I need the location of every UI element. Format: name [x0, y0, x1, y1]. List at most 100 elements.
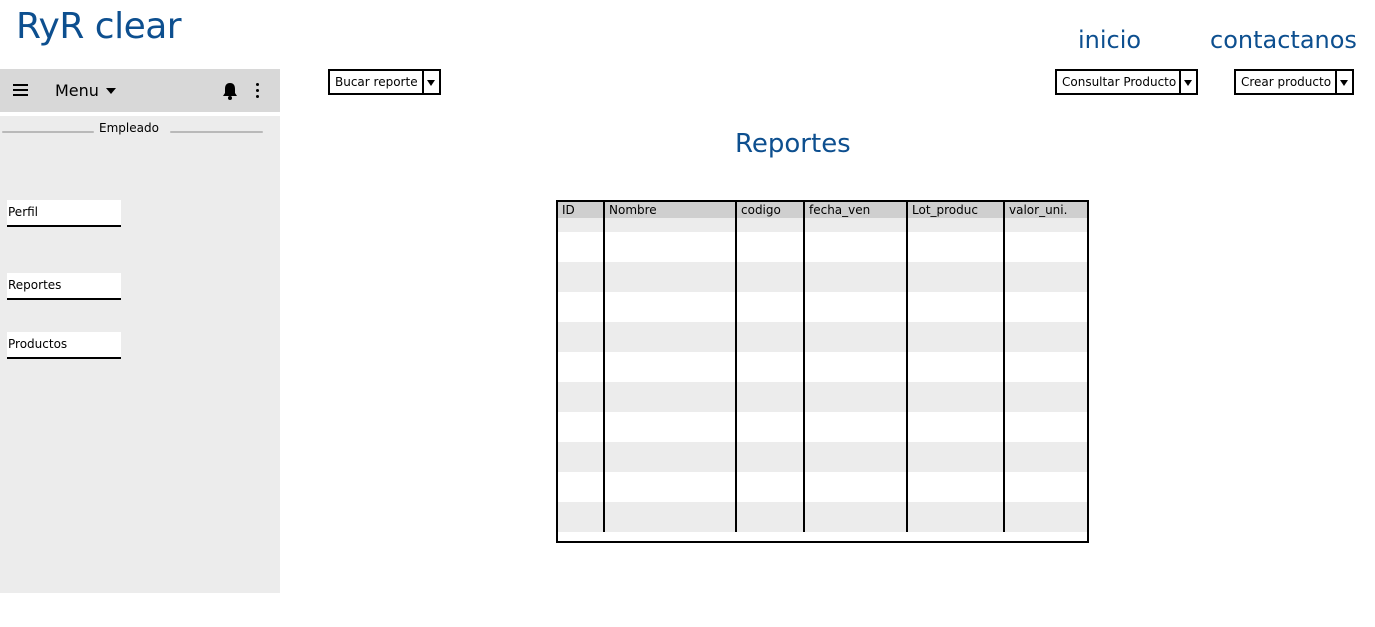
sidebar-item-productos[interactable]: Productos — [7, 332, 121, 359]
table-cell — [558, 262, 605, 292]
table-cell — [604, 382, 737, 412]
table-cell — [804, 232, 908, 262]
chevron-down-icon[interactable] — [106, 88, 116, 94]
table-row[interactable] — [558, 442, 1087, 472]
dropdown-value: Crear producto — [1241, 75, 1332, 89]
table-cell — [736, 232, 805, 262]
table-cell — [558, 322, 605, 352]
table-cell — [1004, 232, 1087, 262]
table-cell — [558, 502, 605, 532]
sidebar-item-reportes[interactable]: Reportes — [7, 273, 121, 300]
chevron-down-icon[interactable] — [1179, 71, 1196, 93]
table-cell — [558, 292, 605, 322]
table-cell — [604, 442, 737, 472]
table-cell — [1004, 322, 1087, 352]
table-cell — [736, 412, 805, 442]
table-cell — [907, 322, 1005, 352]
sidebar-item-perfil[interactable]: Perfil — [7, 200, 121, 227]
crear-producto-dropdown[interactable]: Crear producto — [1234, 69, 1354, 95]
table-row[interactable] — [558, 232, 1087, 262]
table-cell — [736, 352, 805, 382]
table-cell — [907, 502, 1005, 532]
table-cell — [907, 292, 1005, 322]
table-cell — [1004, 292, 1087, 322]
table-cell — [907, 262, 1005, 292]
table-cell — [1004, 382, 1087, 412]
bucar-reporte-dropdown[interactable]: Bucar reporte — [328, 69, 441, 95]
table-cell — [907, 232, 1005, 262]
reportes-table: ID Nombre codigo fecha_ven Lot_produc va… — [556, 200, 1089, 543]
table-cell — [604, 322, 737, 352]
table-cell — [907, 412, 1005, 442]
table-cell — [558, 382, 605, 412]
table-row[interactable] — [558, 382, 1087, 412]
table-row[interactable] — [558, 292, 1087, 322]
table-cell — [558, 442, 605, 472]
brand-title: RyR clear — [16, 6, 182, 47]
table-cell — [604, 232, 737, 262]
table-cell — [558, 472, 605, 502]
table-cell — [804, 262, 908, 292]
table-row[interactable] — [558, 262, 1087, 292]
table-cell — [1004, 218, 1087, 232]
table-cell — [1004, 412, 1087, 442]
table-cell — [804, 218, 908, 232]
column-header-lot-produc[interactable]: Lot_produc — [907, 202, 1005, 218]
table-cell — [736, 292, 805, 322]
chevron-down-icon[interactable] — [1335, 71, 1352, 93]
table-row[interactable] — [558, 352, 1087, 382]
table-cell — [1004, 352, 1087, 382]
table-cell — [804, 442, 908, 472]
column-header-nombre[interactable]: Nombre — [604, 202, 737, 218]
table-row[interactable] — [558, 502, 1087, 532]
column-header-codigo[interactable]: codigo — [736, 202, 805, 218]
nav-link-contactanos[interactable]: contactanos — [1210, 26, 1357, 54]
table-cell — [604, 502, 737, 532]
nav-link-inicio[interactable]: inicio — [1078, 26, 1141, 54]
table-cell — [604, 218, 737, 232]
table-row[interactable] — [558, 322, 1087, 352]
table-cell — [736, 502, 805, 532]
table-cell — [1004, 262, 1087, 292]
hamburger-icon[interactable] — [13, 84, 28, 96]
divider — [170, 131, 263, 133]
menu-label[interactable]: Menu — [55, 81, 99, 100]
table-cell — [1004, 472, 1087, 502]
table-cell — [736, 322, 805, 352]
dropdown-value: Consultar Producto — [1062, 75, 1177, 89]
table-cell — [558, 352, 605, 382]
table-cell — [604, 262, 737, 292]
kebab-icon[interactable] — [256, 83, 260, 99]
table-cell — [804, 412, 908, 442]
column-header-id[interactable]: ID — [558, 202, 605, 218]
table-cell — [804, 292, 908, 322]
divider — [2, 131, 94, 133]
chevron-down-icon[interactable] — [422, 71, 439, 93]
table-cell — [907, 472, 1005, 502]
table-cell — [804, 352, 908, 382]
column-header-fecha-ven[interactable]: fecha_ven — [804, 202, 908, 218]
table-row[interactable] — [558, 218, 1087, 232]
column-header-valor-uni[interactable]: valor_uni. — [1004, 202, 1087, 218]
page-title: Reportes — [735, 129, 851, 159]
table-cell — [736, 472, 805, 502]
consultar-producto-dropdown[interactable]: Consultar Producto — [1055, 69, 1198, 95]
table-cell — [804, 502, 908, 532]
table-cell — [804, 382, 908, 412]
table-cell — [1004, 442, 1087, 472]
table-cell — [804, 472, 908, 502]
table-cell — [804, 322, 908, 352]
table-cell — [558, 232, 605, 262]
table-cell — [736, 218, 805, 232]
table-row[interactable] — [558, 412, 1087, 442]
table-cell — [604, 472, 737, 502]
table-cell — [736, 262, 805, 292]
table-cell — [736, 382, 805, 412]
table-cell — [604, 352, 737, 382]
table-cell — [558, 412, 605, 442]
table-cell — [604, 292, 737, 322]
table-cell — [907, 218, 1005, 232]
table-row[interactable] — [558, 472, 1087, 502]
bell-icon[interactable] — [222, 82, 238, 100]
table-cell — [604, 412, 737, 442]
